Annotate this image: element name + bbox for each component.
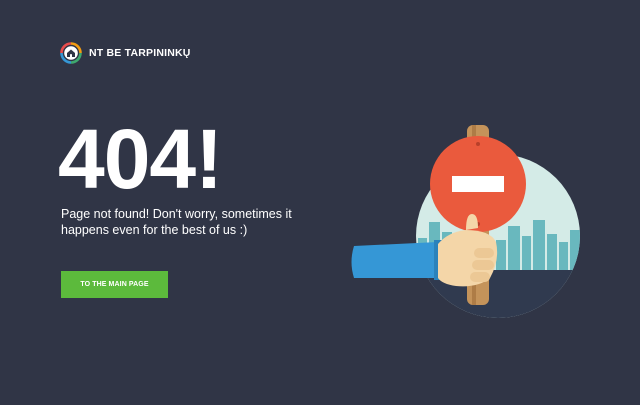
brand-logo[interactable]: NT BE TARPININKŲ — [60, 42, 191, 64]
house-icon — [60, 42, 82, 64]
sleeve — [351, 242, 443, 278]
brand-name: NT BE TARPININKŲ — [89, 47, 191, 59]
error-message: Page not found! Don't worry, sometimes i… — [61, 207, 292, 238]
hand-holding-sign-illustration — [351, 125, 580, 318]
no-entry-bar — [452, 176, 504, 192]
main-page-button[interactable]: TO THE MAIN PAGE — [61, 271, 168, 298]
error-code-heading: 404! — [58, 112, 223, 206]
